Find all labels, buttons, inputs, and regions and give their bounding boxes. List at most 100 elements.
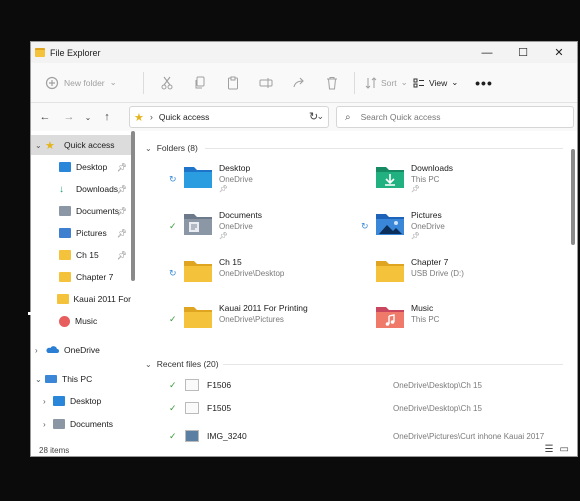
list-item[interactable]: ✓ F1505 OneDrive\Desktop\Ch 15 (139, 397, 564, 419)
breadcrumb-quick-access[interactable]: Quick access (159, 112, 210, 122)
chevron-right-icon[interactable]: › (43, 420, 53, 429)
music-icon (59, 315, 70, 327)
folder-name: Music (411, 303, 434, 313)
toolbar-divider (143, 71, 144, 94)
sidebar-item-label: Pictures (76, 228, 107, 238)
navigation-pane: ⌄ ★ Quick access Desktop 📌︎ ↓ Downloads … (31, 131, 135, 442)
command-bar: New folder ⌄ Sort ⌄ View ⌄ ••• (31, 63, 577, 103)
file-path: OneDrive\Pictures\Curt inhone Kauai 2017 (393, 431, 545, 441)
rename-button[interactable] (249, 70, 282, 96)
sidebar-item-documents[interactable]: Documents 📌︎ (31, 201, 131, 221)
sort-label: Sort (381, 77, 397, 88)
sidebar-item-desktop[interactable]: Desktop 📌︎ (31, 157, 131, 177)
address-bar[interactable]: ★ › Quick access ⌄ (129, 106, 329, 128)
sidebar-item-label: This PC (62, 374, 93, 384)
list-item[interactable]: ✓ IMG_3240 OneDrive\Pictures\Curt inhone… (139, 425, 564, 442)
sort-icon (365, 76, 377, 89)
image-file-icon (185, 402, 199, 414)
address-bar-row: ← → ⌄ ↑ ★ › Quick access ⌄ ↻ ⌕ Search Qu… (31, 103, 577, 131)
folder-tile-kauai[interactable]: ✓ Kauai 2011 For Printing OneDrive\Pictu… (169, 303, 359, 345)
copy-button[interactable] (183, 70, 216, 96)
navigation-scrollbar[interactable] (131, 131, 135, 281)
refresh-icon[interactable]: ↻ (309, 110, 318, 123)
chevron-right-icon[interactable]: › (35, 346, 45, 355)
pictures-folder-icon (59, 228, 71, 238)
folder-location: OneDrive\Desktop (219, 269, 285, 278)
item-count: 28 items (39, 445, 70, 455)
view-button[interactable]: View ⌄ (413, 70, 471, 96)
pin-icon: 📌︎ (116, 162, 127, 172)
sidebar-item-this-pc[interactable]: ⌄ This PC (31, 369, 131, 389)
downloads-folder-icon (375, 163, 405, 189)
forward-arrow-icon[interactable]: → (57, 111, 81, 123)
file-explorer-window: File Explorer — ☐ ✕ New folder ⌄ Sort ⌄ … (30, 41, 578, 457)
sidebar-item-label: Quick access (64, 140, 115, 150)
status-bar: 28 items ☰ ▭ (31, 442, 577, 456)
chevron-down-icon[interactable]: ⌄ (35, 141, 45, 150)
folder-name: Ch 15 (219, 257, 242, 267)
tiles-view-icon[interactable]: ▭ (560, 444, 569, 455)
sidebar-item-music[interactable]: Music (31, 311, 131, 331)
folder-tile-desktop[interactable]: ↻ Desktop OneDrive 📌︎ (169, 163, 329, 205)
title-bar[interactable]: File Explorer — ☐ ✕ (31, 42, 577, 63)
folder-tile-downloads[interactable]: Downloads This PC 📌︎ (361, 163, 521, 205)
back-arrow-icon[interactable]: ← (33, 111, 57, 123)
chevron-down-icon[interactable]: ⌄ (35, 375, 45, 384)
folder-tile-chapter-7[interactable]: Chapter 7 USB Drive (D:) (361, 257, 521, 299)
sidebar-item-onedrive[interactable]: › OneDrive (31, 340, 131, 360)
sidebar-item-pictures[interactable]: Pictures 📌︎ (31, 223, 131, 243)
sidebar-item-downloads[interactable]: ↓ Downloads 📌︎ (31, 179, 131, 199)
cut-button[interactable] (150, 70, 183, 96)
list-item[interactable]: ✓ F1506 OneDrive\Desktop\Ch 15 (139, 374, 564, 396)
up-arrow-icon[interactable]: ↑ (95, 111, 119, 123)
folders-section-header[interactable]: ⌄ Folders (8) (145, 143, 198, 153)
recent-locations-chevron-icon[interactable]: ⌄ (81, 113, 95, 122)
download-icon: ↓ (59, 184, 64, 195)
view-icon (413, 77, 425, 89)
folder-tile-ch-15[interactable]: ↻ Ch 15 OneDrive\Desktop (169, 257, 329, 299)
content-scrollbar[interactable] (571, 149, 575, 245)
close-button[interactable]: ✕ (541, 42, 577, 63)
desktop-folder-icon (183, 163, 213, 189)
photo-file-icon (185, 430, 199, 442)
file-explorer-icon (35, 48, 45, 57)
chevron-down-icon: ⌄ (109, 77, 117, 87)
pin-icon: 📌︎ (411, 186, 420, 193)
trash-icon (326, 76, 338, 90)
sort-button[interactable]: Sort ⌄ (365, 70, 413, 96)
folder-location: This PC (411, 315, 440, 324)
folder-location: This PC (411, 175, 440, 184)
search-box[interactable]: ⌕ Search Quick access (336, 106, 574, 128)
documents-folder-icon (53, 419, 65, 429)
view-label: View (429, 77, 448, 88)
minimize-button[interactable]: — (469, 42, 505, 63)
recent-files-section-header[interactable]: ⌄ Recent files (20) (145, 359, 219, 369)
more-options-button[interactable]: ••• (471, 70, 497, 96)
sync-ok-icon: ✓ (169, 221, 177, 231)
cut-icon (161, 76, 173, 90)
sidebar-item-pc-desktop[interactable]: › Desktop (31, 391, 131, 411)
folder-name: Kauai 2011 For Printing (219, 303, 308, 313)
sidebar-item-chapter-7[interactable]: Chapter 7 (31, 267, 131, 287)
sidebar-item-label: Desktop (76, 162, 108, 172)
details-view-icon[interactable]: ☰ (545, 444, 554, 455)
sidebar-item-label: Chapter 7 (76, 272, 114, 282)
chevron-right-icon[interactable]: › (43, 397, 53, 406)
delete-button[interactable] (315, 70, 348, 96)
folder-tile-documents[interactable]: ✓ Documents OneDrive 📌︎ (169, 210, 329, 252)
maximize-button[interactable]: ☐ (505, 42, 541, 63)
sidebar-item-quick-access[interactable]: ⌄ ★ Quick access (31, 135, 131, 155)
sidebar-item-pc-documents[interactable]: › Documents (31, 414, 131, 434)
breadcrumb-separator-icon: › (149, 112, 153, 122)
share-button[interactable] (282, 70, 315, 96)
sidebar-item-label: Desktop (70, 396, 102, 406)
sidebar-item-kauai[interactable]: Kauai 2011 For (31, 289, 131, 309)
folder-tile-music[interactable]: Music This PC (361, 303, 521, 345)
new-button[interactable]: New folder ⌄ (45, 70, 137, 96)
sidebar-item-ch-15[interactable]: Ch 15 📌︎ (31, 245, 131, 265)
folder-tile-pictures[interactable]: ↻ Pictures OneDrive 📌︎ (361, 210, 521, 252)
search-icon: ⌕ (345, 111, 351, 123)
content-pane: ⌄ Folders (8) ↻ Desktop OneDrive 📌︎ Down… (139, 131, 569, 442)
paste-button[interactable] (216, 70, 249, 96)
sync-ok-icon: ✓ (169, 314, 177, 324)
